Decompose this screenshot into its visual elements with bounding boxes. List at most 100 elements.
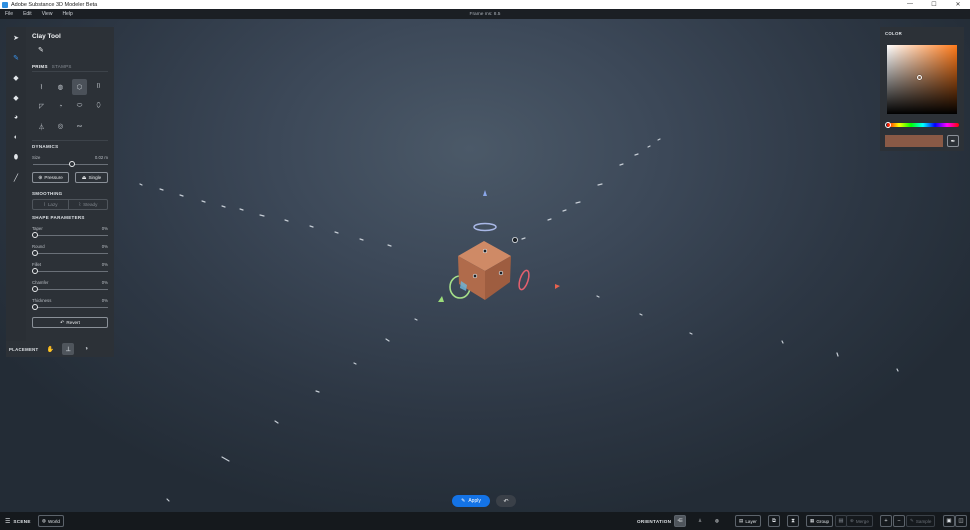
window-title: Adobe Substance 3D Modeler Beta bbox=[11, 1, 98, 8]
scale-handle-icon bbox=[512, 236, 519, 243]
world-space-button[interactable]: ◍ World bbox=[38, 515, 64, 527]
prim-sphere-icon[interactable]: ◍ bbox=[51, 77, 70, 97]
clay-cube[interactable] bbox=[458, 241, 511, 300]
erase-tool-button[interactable]: ◆ bbox=[10, 73, 22, 82]
mirror-button[interactable]: ⧗ bbox=[787, 515, 799, 527]
maximize-button[interactable]: ☐ bbox=[922, 1, 946, 8]
placement-surface-button[interactable]: ✋ bbox=[44, 343, 56, 355]
current-color-swatch[interactable] bbox=[885, 135, 943, 147]
orientation-share-button[interactable]: ⋲ bbox=[674, 515, 686, 527]
eyedropper-icon: ✒ bbox=[950, 138, 956, 145]
layer-button[interactable]: ▤ Layer bbox=[735, 515, 761, 527]
add-button[interactable]: + bbox=[880, 515, 892, 527]
prim-cube-icon[interactable]: ⬡ bbox=[72, 79, 87, 95]
axes-button[interactable]: ⅄ bbox=[694, 515, 706, 527]
sample-button[interactable]: ✎ Sample bbox=[906, 515, 936, 527]
steady-button[interactable]: ⌇ Steady bbox=[68, 199, 108, 210]
chamfer-label: Chamfer bbox=[32, 280, 49, 285]
hand-icon: ✋ bbox=[46, 346, 55, 353]
prim-line-icon[interactable]: ⌇ bbox=[32, 77, 51, 97]
prim-capsule-icon[interactable]: ⬭ bbox=[70, 97, 89, 117]
clay-tool-button[interactable]: ✎ bbox=[10, 53, 22, 62]
round-slider-knob[interactable] bbox=[32, 250, 38, 256]
prim-torus-icon[interactable]: ◎ bbox=[51, 116, 70, 136]
prim-cylinder-icon[interactable]: ⌷ bbox=[89, 77, 108, 97]
saturation-value-picker[interactable] bbox=[887, 45, 957, 114]
ungroup-icon: ▦ bbox=[838, 518, 844, 524]
group-button[interactable]: ▦ Group bbox=[806, 515, 834, 527]
camera-icon: ▣ bbox=[946, 518, 952, 524]
chamfer-value: 0% bbox=[101, 280, 108, 285]
taper-slider-knob[interactable] bbox=[32, 232, 38, 238]
paint-brush-icon: ╱ bbox=[13, 174, 19, 182]
menu-help[interactable]: Help bbox=[57, 11, 77, 17]
viewport-scene bbox=[139, 138, 899, 502]
taper-value: 0% bbox=[101, 226, 108, 231]
globe-icon: ◍ bbox=[42, 518, 47, 523]
chamfer-slider-track[interactable] bbox=[33, 289, 108, 290]
lazy-label: Lazy bbox=[47, 202, 58, 207]
size-value: 0.02 m bbox=[94, 155, 108, 160]
placement-snap-button[interactable]: ⊥ bbox=[62, 343, 75, 355]
saturation-value-knob[interactable] bbox=[917, 75, 922, 80]
sphere-icon: ◐ bbox=[13, 134, 19, 141]
duplicate-button[interactable]: ⧉ bbox=[768, 515, 780, 527]
undo-button[interactable]: ↶ bbox=[496, 495, 516, 507]
thickness-label: Thickness bbox=[32, 298, 52, 303]
globe-button[interactable]: ◍ bbox=[711, 515, 723, 527]
orientation-label: ORIENTATION bbox=[637, 518, 672, 524]
steady-icon: ⌇ bbox=[78, 201, 82, 208]
select-tool-button[interactable]: ➤ bbox=[10, 33, 22, 42]
lazy-button[interactable]: ⌇ Lazy bbox=[32, 199, 69, 210]
clay-brush-icon: ✎ bbox=[13, 54, 19, 62]
minimize-button[interactable]: — bbox=[898, 1, 922, 8]
sphere-tool-button[interactable]: ◐ bbox=[10, 133, 22, 142]
paint-brush-tool-button[interactable]: ╱ bbox=[10, 173, 22, 182]
scene-toggle[interactable]: ☰ SCENE bbox=[5, 515, 31, 527]
single-button[interactable]: ⏏ Single bbox=[75, 172, 108, 183]
plus-icon: + bbox=[884, 518, 888, 524]
single-stroke-icon: ⏏ bbox=[81, 174, 87, 181]
single-label: Single bbox=[88, 175, 102, 180]
menu-file[interactable]: File bbox=[0, 11, 18, 17]
title-bar: Adobe Substance 3D Modeler Beta — ☐ ✕ bbox=[0, 0, 970, 9]
hue-slider-knob[interactable] bbox=[885, 122, 891, 128]
apply-button[interactable]: ✎ Apply bbox=[452, 495, 490, 507]
select-arrow-icon: ➤ bbox=[13, 34, 19, 42]
viewport[interactable] bbox=[0, 19, 970, 512]
pressure-button[interactable]: ⊕ Pressure bbox=[32, 172, 69, 183]
panel-title: Clay Tool bbox=[32, 33, 61, 40]
minus-icon: − bbox=[897, 518, 901, 524]
eyedropper-button[interactable]: ✒ bbox=[947, 135, 959, 147]
smooth-tool-button[interactable]: ◆ bbox=[10, 93, 22, 102]
merge-button[interactable]: ⊕ Merge bbox=[846, 515, 873, 527]
prim-wedge-icon[interactable]: ◸ bbox=[32, 97, 51, 117]
prim-pill-icon[interactable]: ⬯ bbox=[89, 97, 108, 117]
axes-icon: ⅄ bbox=[698, 518, 702, 523]
fillet-slider-knob[interactable] bbox=[32, 268, 38, 274]
camera-button[interactable]: ▣ bbox=[943, 515, 955, 527]
frame-time-readout: Frame ms: 8.5 bbox=[469, 11, 501, 17]
close-button[interactable]: ✕ bbox=[946, 1, 970, 8]
fillet-slider-track[interactable] bbox=[33, 271, 108, 272]
prim-curve-icon[interactable]: ∾ bbox=[70, 116, 89, 136]
menu-edit[interactable]: Edit bbox=[18, 11, 37, 17]
prim-round-cube-icon[interactable]: ◔ bbox=[51, 97, 70, 117]
chamfer-slider-knob[interactable] bbox=[32, 286, 38, 292]
taper-slider-track[interactable] bbox=[33, 235, 108, 236]
revert-button[interactable]: ↶ Revert bbox=[32, 317, 108, 328]
thickness-slider-knob[interactable] bbox=[32, 304, 38, 310]
paint-drop-tool-button[interactable]: ⬮ bbox=[10, 153, 22, 162]
sample-icon: ✎ bbox=[910, 518, 914, 523]
blob-tool-button[interactable]: ◕ bbox=[10, 113, 22, 122]
hue-slider[interactable] bbox=[887, 123, 959, 127]
placement-free-button[interactable]: ◑ bbox=[80, 343, 92, 355]
size-slider-knob[interactable] bbox=[68, 161, 75, 167]
menu-view[interactable]: View bbox=[37, 11, 58, 17]
round-slider-track[interactable] bbox=[33, 253, 108, 254]
vr-button[interactable]: ◫ bbox=[955, 515, 967, 527]
half-circle-icon: ◑ bbox=[84, 346, 89, 352]
prim-cone-icon[interactable]: ⏃ bbox=[32, 116, 51, 136]
subtract-button[interactable]: − bbox=[893, 515, 905, 527]
thickness-slider-track[interactable] bbox=[33, 307, 108, 308]
